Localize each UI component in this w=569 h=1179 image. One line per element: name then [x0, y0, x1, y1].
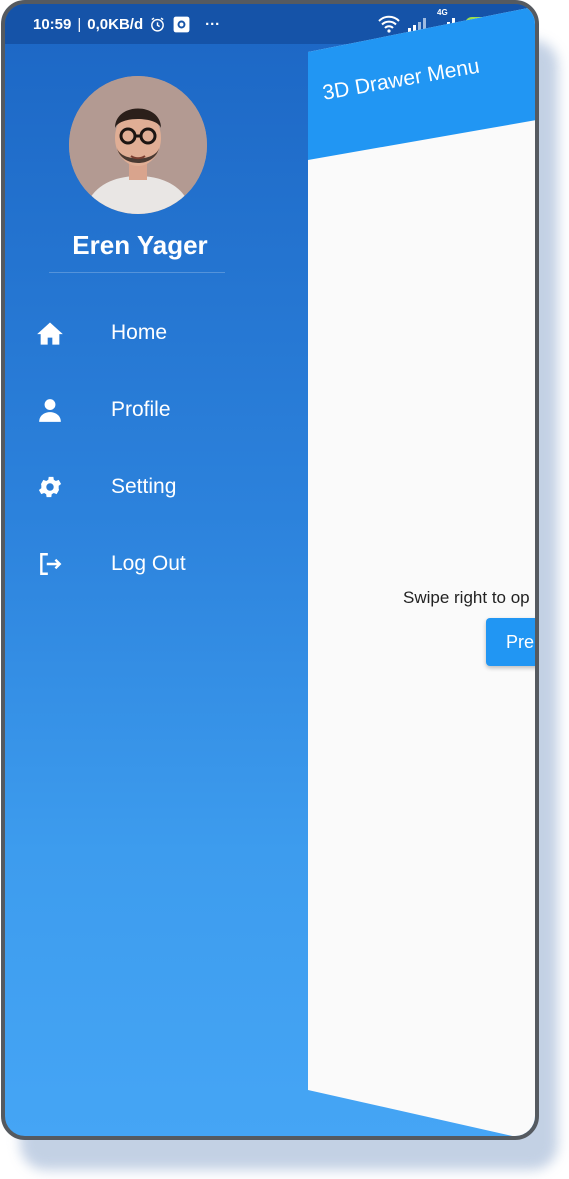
menu-item-logout[interactable]: Log Out	[5, 525, 305, 602]
menu-label-home: Home	[111, 320, 168, 344]
person-icon	[35, 395, 65, 425]
alarm-icon	[149, 16, 166, 33]
menu-label-logout: Log Out	[111, 551, 186, 575]
home-icon	[35, 318, 65, 348]
menu-item-profile[interactable]: Profile	[5, 371, 305, 448]
press-button-label: Pre	[506, 631, 535, 652]
phone-screen: 10:59 | 0,0KB/d ··· 4G 69	[1, 0, 539, 1140]
user-avatar[interactable]	[69, 76, 207, 214]
menu-item-home[interactable]: Home	[5, 294, 305, 371]
gear-icon	[35, 472, 65, 502]
status-separator: |	[77, 15, 82, 33]
menu-label-setting: Setting	[111, 474, 177, 498]
status-time: 10:59	[33, 15, 72, 33]
menu-label-profile: Profile	[111, 397, 171, 421]
logout-icon	[35, 549, 65, 579]
user-name: Eren Yager	[72, 230, 208, 260]
press-button[interactable]: Pre	[486, 618, 535, 666]
camera-icon	[172, 15, 191, 34]
menu-item-setting[interactable]: Setting	[5, 448, 305, 525]
swipe-hint-text: Swipe right to op	[403, 588, 530, 607]
more-indicator: ···	[205, 15, 221, 33]
main-page-content: Swipe right to op Pre	[308, 4, 535, 1136]
drawer-menu: Home Profile Setting Log Out	[5, 294, 305, 602]
drawer-divider	[49, 272, 225, 273]
network-speed: 0,0KB/d	[87, 15, 144, 33]
